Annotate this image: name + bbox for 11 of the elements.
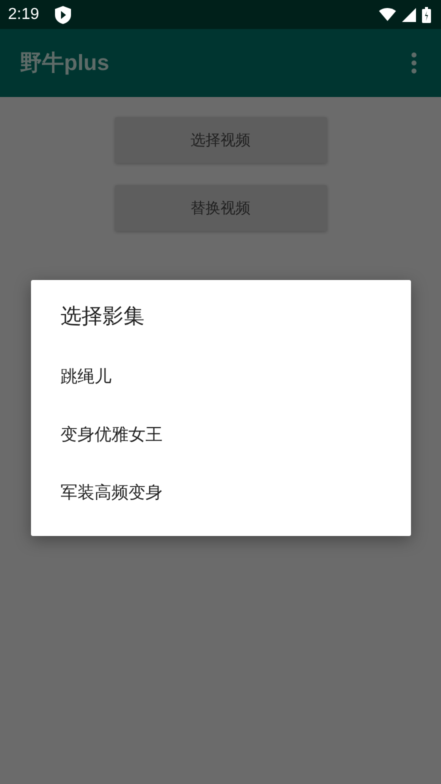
wifi-icon xyxy=(379,8,396,21)
dialog-list-item[interactable]: 变身优雅女王 xyxy=(30,406,410,464)
dialog-list-item[interactable]: 军装高频变身 xyxy=(30,464,410,522)
app-title: 野牛plus xyxy=(20,49,110,77)
shield-icon xyxy=(55,6,72,24)
status-time: 2:19 xyxy=(8,6,40,24)
battery-icon xyxy=(422,6,431,22)
signal-icon xyxy=(402,8,416,22)
more-icon[interactable] xyxy=(411,52,417,74)
dialog-list-item[interactable]: 跳绳儿 xyxy=(30,348,410,406)
dialog-title: 选择影集 xyxy=(60,303,146,330)
